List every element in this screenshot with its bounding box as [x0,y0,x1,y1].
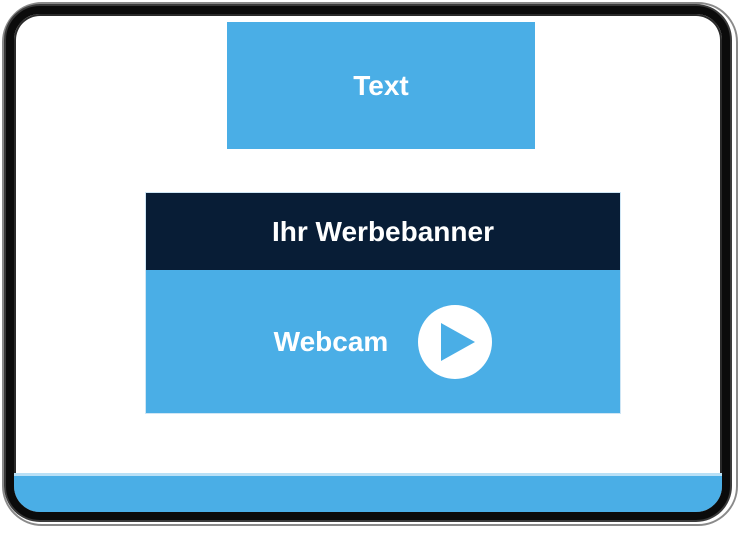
webcam-button[interactable]: Webcam [146,270,620,413]
text-block-label: Text [353,69,409,101]
ad-banner[interactable]: Ihr Werbebanner Webcam [145,192,621,414]
webcam-label: Webcam [273,325,389,357]
device-frame: Text Ihr Werbebanner Webcam [6,6,730,520]
play-icon[interactable] [418,304,493,379]
play-triangle-icon [441,322,476,361]
banner-header: Ihr Werbebanner [146,193,620,270]
banner-header-label: Ihr Werbebanner [272,215,494,247]
bottom-bar [14,473,722,512]
text-block[interactable]: Text [227,22,535,149]
